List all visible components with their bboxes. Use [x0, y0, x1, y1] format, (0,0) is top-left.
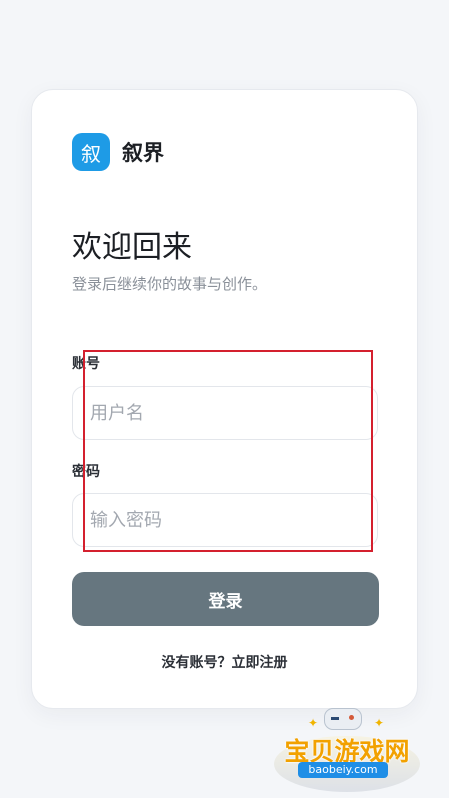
username-input[interactable] — [72, 386, 378, 440]
spark-icon: ✦ — [308, 716, 319, 730]
password-input[interactable] — [72, 493, 378, 547]
watermark-logo: ✦ ✦ 宝贝游戏网 baobeiy.com — [272, 706, 422, 796]
register-prompt: 没有账号？立即注册 — [32, 652, 417, 672]
register-link[interactable]: 立即注册 — [232, 655, 288, 671]
watermark-url: baobeiy.com — [298, 762, 388, 778]
gamepad-icon — [324, 708, 362, 730]
username-label: 账号 — [72, 356, 100, 372]
password-label: 密码 — [72, 464, 100, 480]
app-logo-icon: 叙 — [72, 133, 110, 171]
brand: 叙 叙界 — [72, 133, 164, 171]
login-button[interactable]: 登录 — [72, 572, 379, 626]
page-title: 欢迎回来 — [72, 230, 192, 265]
register-question: 没有账号？ — [161, 655, 232, 671]
spark-icon: ✦ — [374, 716, 385, 730]
login-card: 叙 叙界 欢迎回来 登录后继续你的故事与创作。 账号 密码 登录 没有账号？立即… — [31, 89, 418, 709]
page-subtitle: 登录后继续你的故事与创作。 — [72, 275, 268, 293]
app-name: 叙界 — [122, 141, 164, 165]
